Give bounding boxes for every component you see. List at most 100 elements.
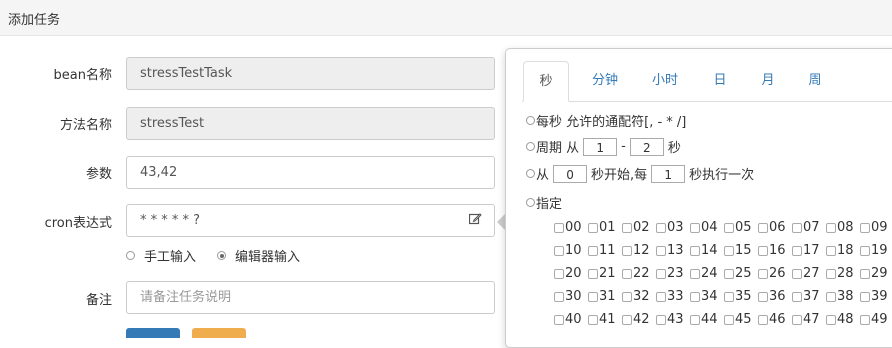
checkbox[interactable] (690, 314, 700, 325)
checkbox[interactable] (554, 222, 564, 233)
checkbox[interactable] (758, 291, 768, 302)
second-option[interactable]: 12 (622, 243, 650, 258)
second-option[interactable]: 43 (656, 312, 684, 327)
checkbox[interactable] (826, 222, 836, 233)
second-option[interactable]: 33 (656, 289, 684, 304)
second-option[interactable]: 45 (724, 312, 752, 327)
checkbox[interactable] (758, 222, 768, 233)
checkbox[interactable] (758, 314, 768, 325)
checkbox[interactable] (622, 245, 632, 256)
second-option[interactable]: 46 (758, 312, 786, 327)
tab-minute[interactable]: 分钟 (580, 61, 630, 101)
tab-day[interactable]: 日 (702, 61, 738, 101)
second-option[interactable]: 40 (554, 312, 582, 327)
checkbox[interactable] (860, 314, 870, 325)
checkbox[interactable] (588, 291, 598, 302)
checkbox[interactable] (758, 245, 768, 256)
second-option[interactable]: 05 (724, 220, 752, 235)
second-option[interactable]: 49 (860, 312, 888, 327)
checkbox[interactable] (690, 245, 700, 256)
checkbox[interactable] (826, 268, 836, 279)
cron-expression-field[interactable]: * * * * * ? (126, 204, 457, 237)
checkbox[interactable] (792, 245, 802, 256)
checkbox[interactable] (860, 268, 870, 279)
checkbox[interactable] (656, 222, 666, 233)
second-option[interactable]: 30 (554, 289, 582, 304)
second-option[interactable]: 48 (826, 312, 854, 327)
second-option[interactable]: 16 (758, 243, 786, 258)
second-option[interactable]: 20 (554, 266, 582, 281)
period-radio[interactable] (526, 142, 535, 151)
checkbox[interactable] (554, 245, 564, 256)
checkbox[interactable] (826, 245, 836, 256)
from-radio[interactable] (526, 169, 535, 178)
checkbox[interactable] (554, 314, 564, 325)
checkbox[interactable] (724, 222, 734, 233)
second-option[interactable]: 44 (690, 312, 718, 327)
second-option[interactable]: 28 (826, 266, 854, 281)
second-option[interactable]: 26 (758, 266, 786, 281)
second-option[interactable]: 08 (826, 220, 854, 235)
second-option[interactable]: 06 (758, 220, 786, 235)
second-option[interactable]: 34 (690, 289, 718, 304)
checkbox[interactable] (690, 222, 700, 233)
second-option[interactable]: 35 (724, 289, 752, 304)
second-option[interactable]: 32 (622, 289, 650, 304)
checkbox[interactable] (690, 291, 700, 302)
second-option[interactable]: 19 (860, 243, 888, 258)
checkbox[interactable] (792, 222, 802, 233)
checkbox[interactable] (656, 314, 666, 325)
second-option[interactable]: 09 (860, 220, 888, 235)
checkbox[interactable] (656, 291, 666, 302)
second-option[interactable]: 18 (826, 243, 854, 258)
from-start-input[interactable]: 0 (553, 164, 588, 183)
tab-hour[interactable]: 小时 (640, 61, 690, 101)
checkbox[interactable] (758, 268, 768, 279)
second-option[interactable]: 11 (588, 243, 616, 258)
second-option[interactable]: 15 (724, 243, 752, 258)
second-option[interactable]: 39 (860, 289, 888, 304)
checkbox[interactable] (588, 268, 598, 279)
editor-input-radio[interactable] (217, 251, 227, 260)
second-option[interactable]: 14 (690, 243, 718, 258)
checkbox[interactable] (622, 268, 632, 279)
second-option[interactable]: 41 (588, 312, 616, 327)
second-option[interactable]: 31 (588, 289, 616, 304)
checkbox[interactable] (724, 314, 734, 325)
checkbox[interactable] (622, 314, 632, 325)
checkbox[interactable] (554, 291, 564, 302)
checkbox[interactable] (554, 268, 564, 279)
second-option[interactable]: 13 (656, 243, 684, 258)
second-option[interactable]: 00 (554, 220, 582, 235)
second-option[interactable]: 04 (690, 220, 718, 235)
second-option[interactable]: 17 (792, 243, 820, 258)
second-option[interactable]: 10 (554, 243, 582, 258)
second-option[interactable]: 24 (690, 266, 718, 281)
second-option[interactable]: 37 (792, 289, 820, 304)
second-option[interactable]: 36 (758, 289, 786, 304)
primary-button[interactable] (126, 328, 180, 338)
checkbox[interactable] (860, 222, 870, 233)
second-option[interactable]: 07 (792, 220, 820, 235)
second-option[interactable]: 01 (588, 220, 616, 235)
params-field[interactable]: 43,42 (126, 156, 495, 189)
period-to-input[interactable]: 2 (629, 137, 664, 156)
cron-editor-button[interactable] (456, 204, 495, 237)
checkbox[interactable] (656, 245, 666, 256)
checkbox[interactable] (792, 314, 802, 325)
tab-second[interactable]: 秒 (523, 61, 569, 102)
second-option[interactable]: 25 (724, 266, 752, 281)
second-option[interactable]: 23 (656, 266, 684, 281)
second-option[interactable]: 29 (860, 266, 888, 281)
checkbox[interactable] (860, 291, 870, 302)
specify-radio[interactable] (526, 198, 535, 207)
checkbox[interactable] (588, 222, 598, 233)
secondary-button[interactable] (192, 328, 246, 338)
second-option[interactable]: 21 (588, 266, 616, 281)
tab-week[interactable]: 周 (797, 61, 833, 101)
second-option[interactable]: 27 (792, 266, 820, 281)
editor-input-label[interactable]: 编辑器输入 (235, 246, 300, 265)
manual-input-label[interactable]: 手工输入 (144, 246, 196, 265)
checkbox[interactable] (588, 314, 598, 325)
remark-field[interactable]: 请备注任务说明 (126, 281, 495, 314)
